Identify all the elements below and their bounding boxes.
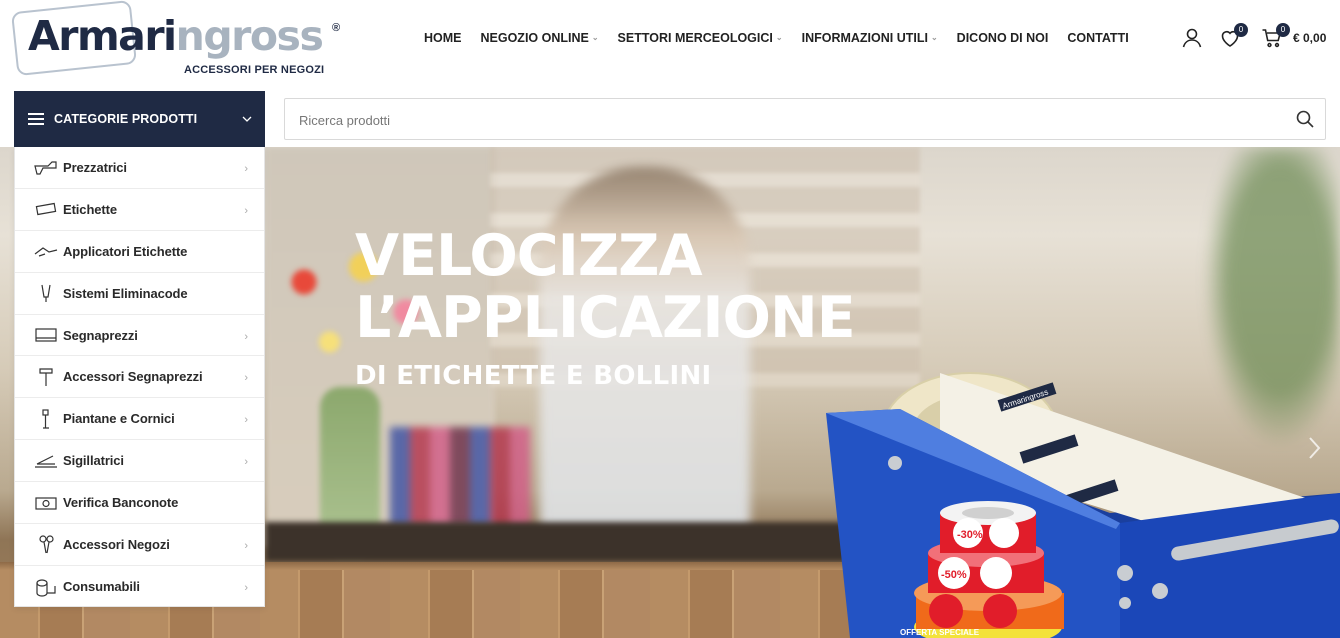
nav-label: SETTORI MERCEOLOGICI: [617, 31, 773, 45]
sealer-icon: [34, 451, 58, 471]
cart-count-badge: 0: [1276, 23, 1290, 37]
nav-negozio-online[interactable]: NEGOZIO ONLINE ⌄: [481, 30, 599, 46]
category-label: Consumabili: [63, 579, 140, 595]
category-label: Accessori Negozi: [63, 536, 170, 552]
price-gun-icon: [34, 157, 58, 177]
stand-frame-icon: [34, 409, 58, 429]
sticker-text-30: -30%: [957, 529, 983, 541]
nav-label: DICONO DI NOI: [956, 31, 1049, 45]
nav-label: CONTATTI: [1067, 31, 1129, 45]
site-logo[interactable]: Armaringross ® ACCESSORI PER NEGOZI: [10, 0, 344, 80]
category-label: Applicatori Etichette: [63, 243, 188, 259]
category-applicatori-etichette[interactable]: Applicatori Etichette: [15, 231, 264, 273]
category-piantane-e-cornici[interactable]: Piantane e Cornici ›: [15, 398, 264, 441]
chevron-right-icon: ›: [244, 414, 248, 427]
hero-title: VELOCIZZA L’APPLICAZIONE: [355, 223, 856, 351]
category-sistemi-eliminacode[interactable]: Sistemi Eliminacode: [15, 273, 264, 315]
search-input[interactable]: [299, 109, 1259, 131]
chevron-right-icon[interactable]: [1304, 433, 1324, 463]
wishlist-count-badge: 0: [1234, 23, 1248, 37]
category-consumabili[interactable]: Consumabili ›: [15, 566, 264, 608]
category-label: Piantane e Cornici: [63, 411, 175, 427]
logo-text-light: ngross: [175, 12, 324, 60]
queue-ticket-icon: [34, 283, 58, 303]
nav-label: INFORMAZIONI UTILI: [801, 31, 928, 45]
roll-icon: [34, 577, 58, 597]
nav-settori-merceologici[interactable]: SETTORI MERCEOLOGICI ⌄: [618, 30, 783, 46]
chevron-right-icon: ›: [244, 372, 248, 385]
category-label: Segnaprezzi: [63, 327, 138, 343]
hero-title-line2: L’APPLICAZIONE: [355, 285, 856, 351]
categories-toggle[interactable]: CATEGORIE PRODOTTI: [14, 91, 265, 147]
category-prezzatrici[interactable]: Prezzatrici ›: [15, 147, 264, 189]
logo-registered-mark: ®: [332, 22, 341, 34]
chevron-right-icon: ›: [244, 204, 248, 217]
hero-title-line1: VELOCIZZA: [355, 223, 703, 289]
user-icon[interactable]: [1180, 26, 1204, 50]
label-tag-icon: [34, 199, 58, 219]
site-header: Armaringross ® ACCESSORI PER NEGOZI HOME…: [0, 0, 1340, 90]
chevron-down-icon: [242, 116, 252, 122]
category-accessori-negozi[interactable]: Accessori Negozi ›: [15, 524, 264, 566]
chevron-right-icon: ›: [244, 456, 248, 469]
chevron-right-icon: ›: [244, 163, 248, 175]
chevron-right-icon: ›: [244, 581, 248, 594]
header-actions: 0 0 € 0,00: [1180, 23, 1330, 52]
heart-icon[interactable]: 0: [1218, 23, 1248, 50]
cart-icon[interactable]: 0: [1260, 23, 1290, 50]
price-sign-icon: [34, 325, 58, 345]
menu-icon: [28, 113, 44, 125]
logo-subtitle: ACCESSORI PER NEGOZI: [184, 64, 325, 76]
categories-menu: Prezzatrici › Etichette › Applicatori Et…: [14, 147, 265, 607]
category-sigillatrici[interactable]: Sigillatrici ›: [15, 440, 264, 483]
categories-toggle-label: CATEGORIE PRODOTTI: [54, 112, 198, 126]
nav-informazioni-utili[interactable]: INFORMAZIONI UTILI ⌄: [802, 30, 938, 46]
chevron-down-icon: ⌄: [591, 33, 599, 42]
chevron-down-icon: ⌄: [930, 33, 938, 42]
nav-home[interactable]: HOME: [424, 30, 462, 46]
category-label: Accessori Segnaprezzi: [63, 369, 203, 385]
nav-label: NEGOZIO ONLINE: [480, 31, 589, 45]
sign-holder-icon: [34, 367, 58, 387]
cart-total[interactable]: € 0,00: [1293, 31, 1326, 45]
category-label: Sigillatrici: [63, 453, 124, 469]
nav-contatti[interactable]: CONTATTI: [1067, 30, 1128, 46]
category-verifica-banconote[interactable]: Verifica Banconote: [15, 482, 264, 525]
hero-subtitle: DI ETICHETTE E BOLLINI: [355, 361, 712, 391]
nav-label: HOME: [424, 31, 462, 45]
category-segnaprezzi[interactable]: Segnaprezzi ›: [15, 315, 264, 357]
category-label: Etichette: [63, 201, 118, 217]
label-dispenser-image: Armaringross -30% -50% OFFERTA SPECIALE: [826, 372, 1340, 638]
logo-text-dark: Armari: [28, 12, 177, 60]
banknote-checker-icon: [34, 493, 58, 513]
search-icon[interactable]: [1295, 109, 1315, 129]
category-label: Prezzatrici: [63, 159, 127, 175]
category-label: Sistemi Eliminacode: [63, 285, 188, 301]
category-etichette[interactable]: Etichette ›: [15, 189, 264, 231]
shop-accessory-icon: [34, 534, 58, 554]
main-nav: HOME NEGOZIO ONLINE ⌄ SETTORI MERCEOLOGIC…: [424, 30, 1129, 46]
search-bar: [284, 98, 1326, 140]
label-applicator-icon: [34, 241, 58, 261]
sticker-text-50: -50%: [941, 569, 967, 581]
chevron-right-icon: ›: [244, 540, 248, 553]
category-accessori-segnaprezzi[interactable]: Accessori Segnaprezzi ›: [15, 356, 264, 399]
sticker-text-offerta: OFFERTA SPECIALE: [900, 628, 980, 637]
category-label: Verifica Banconote: [63, 495, 179, 511]
nav-dicono-di-noi[interactable]: DICONO DI NOI: [957, 30, 1049, 46]
logo-wordmark: Armaringross: [28, 12, 324, 60]
hero-background-fabrics: [390, 427, 530, 527]
page: Armaringross ® ACCESSORI PER NEGOZI HOME…: [0, 0, 1340, 638]
chevron-down-icon: ⌄: [775, 33, 783, 42]
chevron-right-icon: ›: [244, 330, 248, 343]
